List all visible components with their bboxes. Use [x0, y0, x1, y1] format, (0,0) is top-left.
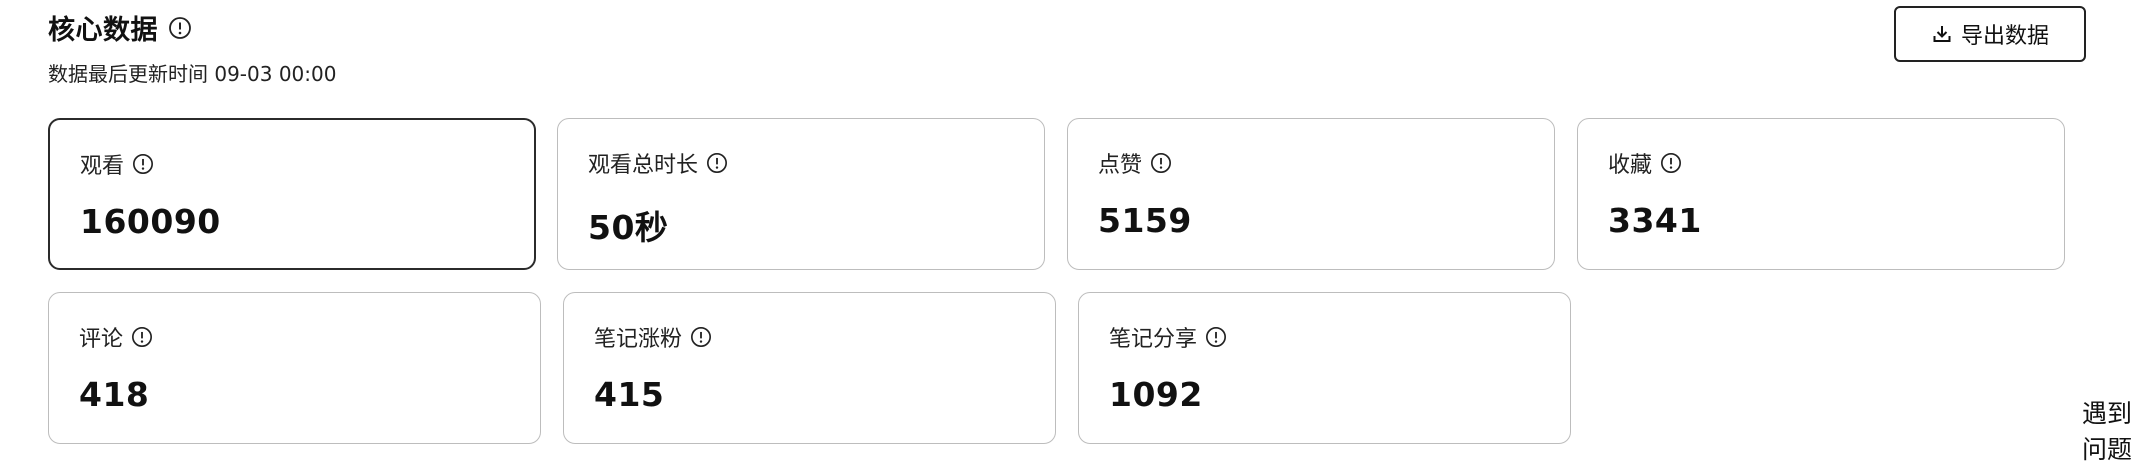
metric-value: 1092 [1109, 375, 1203, 414]
help-text-line: 遇到 [2082, 399, 2133, 428]
export-data-button[interactable]: 导出数据 [1894, 6, 2086, 62]
metric-card-comments[interactable]: 评论 418 [48, 292, 541, 444]
metric-label: 观看总时长 [588, 147, 728, 179]
info-circle-icon[interactable] [1150, 152, 1172, 174]
info-circle-icon[interactable] [168, 16, 192, 40]
info-circle-icon[interactable] [706, 152, 728, 174]
help-floating-link[interactable]: 遇到 问题 [2082, 396, 2138, 468]
metric-label: 收藏 [1608, 147, 1682, 179]
metric-card-shares[interactable]: 笔记分享 1092 [1078, 292, 1571, 444]
metric-card-follower-gain[interactable]: 笔记涨粉 415 [563, 292, 1056, 444]
metric-card-favorites[interactable]: 收藏 3341 [1577, 118, 2065, 270]
metric-value: 418 [79, 375, 150, 414]
metric-card-watch-time[interactable]: 观看总时长 50秒 [557, 118, 1045, 270]
metric-value: 160090 [80, 202, 221, 241]
info-circle-icon[interactable] [690, 326, 712, 348]
metric-label: 评论 [79, 321, 153, 353]
core-data-panel: 核心数据 数据最后更新时间 09-03 00:00 导出数据 观看 160090… [0, 0, 2138, 476]
metric-label: 笔记涨粉 [594, 321, 712, 353]
info-circle-icon[interactable] [1660, 152, 1682, 174]
info-circle-icon[interactable] [132, 153, 154, 175]
help-text-line: 问题 [2082, 435, 2133, 464]
metric-card-views[interactable]: 观看 160090 [48, 118, 536, 270]
metric-value: 3341 [1608, 201, 1702, 240]
info-circle-icon[interactable] [1205, 326, 1227, 348]
last-updated-text: 数据最后更新时间 09-03 00:00 [48, 62, 337, 86]
metric-value: 5159 [1098, 201, 1192, 240]
metric-label: 笔记分享 [1109, 321, 1227, 353]
page-title: 核心数据 [48, 15, 158, 46]
metric-value: 415 [594, 375, 665, 414]
metric-value: 50秒 [588, 208, 669, 247]
metric-card-likes[interactable]: 点赞 5159 [1067, 118, 1555, 270]
metric-label: 观看 [80, 148, 154, 180]
metric-label: 点赞 [1098, 147, 1172, 179]
info-circle-icon[interactable] [131, 326, 153, 348]
section-header: 核心数据 [48, 8, 192, 47]
export-data-label: 导出数据 [1960, 24, 2049, 49]
download-icon [1931, 23, 1953, 45]
